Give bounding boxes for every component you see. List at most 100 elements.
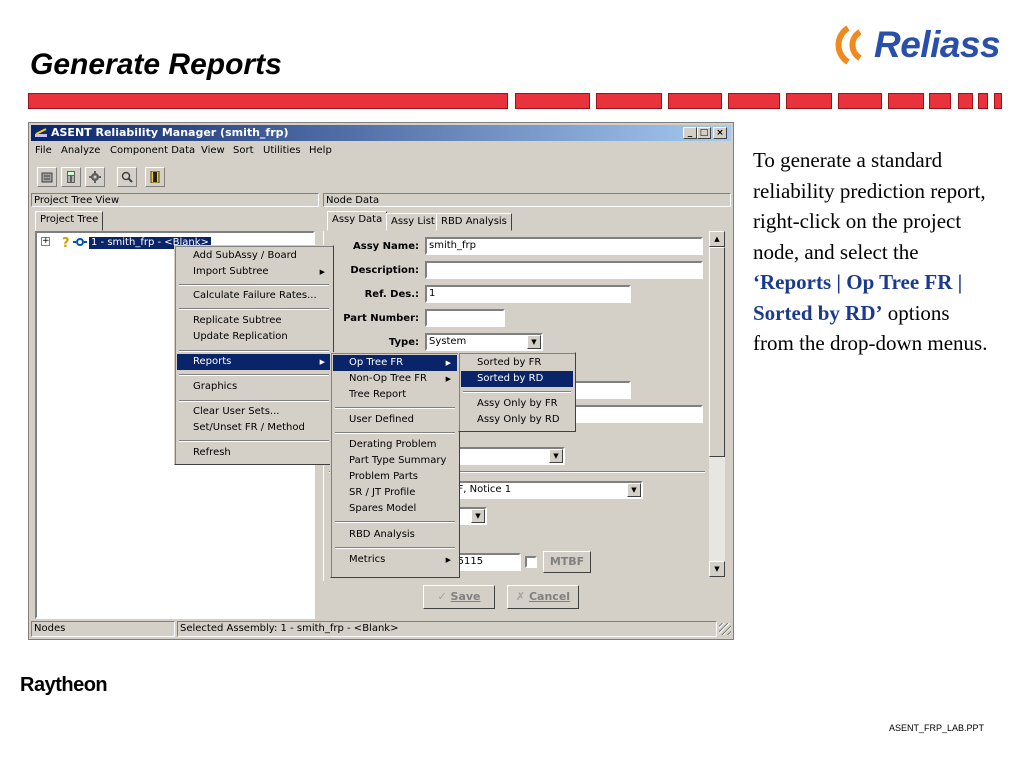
- slide-title: Generate Reports: [30, 48, 282, 81]
- menu-item-import-subtree[interactable]: Import Subtree ▶: [177, 264, 331, 280]
- ref-des-field[interactable]: 1: [425, 285, 631, 303]
- menu-separator: [335, 521, 455, 523]
- menu-item-sorted-by-rd[interactable]: Sorted by RD: [461, 371, 573, 387]
- reports-submenu: Op Tree FR ▶ Non-Op Tree FR ▶ Tree Repor…: [330, 352, 460, 578]
- scroll-down-button[interactable]: ▼: [709, 561, 725, 577]
- menu-utilities[interactable]: Utilities: [263, 145, 301, 156]
- menu-item-clear-user-sets[interactable]: Clear User Sets...: [177, 404, 331, 420]
- menu-analyze[interactable]: Analyze: [61, 145, 100, 156]
- menu-item-rbd-analysis[interactable]: RBD Analysis: [333, 527, 457, 543]
- menu-item-non-op-tree-fr[interactable]: Non-Op Tree FR ▶: [333, 371, 457, 387]
- menu-item-metrics[interactable]: Metrics ▶: [333, 552, 457, 568]
- tab-project-tree[interactable]: Project Tree: [35, 211, 104, 231]
- notes-text-1: To generate a standard reliability predi…: [753, 148, 986, 264]
- exit-door-icon: [150, 171, 160, 183]
- menu-item-derating-problem[interactable]: Derating Problem: [333, 437, 457, 453]
- menu-separator: [179, 400, 329, 402]
- menu-bar: File Analyze Component Data View Sort Ut…: [31, 143, 731, 159]
- gear-icon: [89, 171, 101, 183]
- menu-item-add-subassy[interactable]: Add SubAssy / Board: [177, 248, 331, 264]
- chevron-down-icon[interactable]: ▼: [527, 335, 541, 349]
- logo-text: Reliass: [874, 24, 1001, 65]
- title-band-segment: [978, 93, 988, 109]
- menu-item-sr-jt-profile[interactable]: SR / JT Profile: [333, 485, 457, 501]
- menu-item-calculate-failure-rates[interactable]: Calculate Failure Rates...: [177, 288, 331, 304]
- cancel-button[interactable]: ✗ Cancel: [507, 585, 579, 609]
- footer-filename: ASENT_FRP_LAB.PPT: [889, 723, 985, 733]
- checkmark-icon: ✓: [437, 590, 447, 603]
- part-number-field[interactable]: [425, 309, 505, 327]
- scroll-up-button[interactable]: ▲: [709, 231, 725, 247]
- close-button[interactable]: ×: [713, 127, 727, 139]
- menu-view[interactable]: View: [201, 145, 225, 156]
- menu-help[interactable]: Help: [309, 145, 332, 156]
- tab-assy-list[interactable]: Assy List: [386, 213, 440, 231]
- calculator-button[interactable]: [61, 167, 81, 187]
- tab-rbd-analysis[interactable]: RBD Analysis: [436, 213, 512, 231]
- menu-item-label: Reports: [193, 356, 232, 367]
- menu-separator: [179, 350, 329, 352]
- app-icon: [35, 128, 47, 137]
- menu-item-graphics[interactable]: Graphics: [177, 379, 331, 395]
- submenu-arrow-icon: ▶: [445, 375, 451, 383]
- menu-item-problem-parts[interactable]: Problem Parts: [333, 469, 457, 485]
- menu-item-reports[interactable]: Reports ▶: [177, 354, 331, 370]
- node-icon: [73, 238, 87, 246]
- svg-text:?: ?: [62, 236, 70, 249]
- node-data-header: Node Data: [323, 193, 731, 207]
- menu-item-set-unset-fr[interactable]: Set/Unset FR / Method: [177, 420, 331, 436]
- menu-item-assy-only-by-rd[interactable]: Assy Only by RD: [461, 412, 573, 428]
- settings-button[interactable]: [85, 167, 105, 187]
- menu-separator: [463, 391, 571, 393]
- chevron-down-icon[interactable]: ▼: [471, 509, 485, 523]
- menu-item-update-replication[interactable]: Update Replication: [177, 329, 331, 345]
- logo-arcs-icon: [835, 25, 862, 65]
- mtbf-button[interactable]: MTBF: [543, 551, 591, 573]
- type-select-value: System: [429, 336, 467, 347]
- menu-item-refresh[interactable]: Refresh: [177, 445, 331, 461]
- menu-item-sorted-by-fr[interactable]: Sorted by FR: [461, 355, 573, 371]
- save-button-label: Save: [450, 590, 481, 603]
- cancel-button-label: Cancel: [528, 590, 571, 603]
- title-band-segment: [958, 93, 973, 109]
- menu-component-data[interactable]: Component Data: [110, 145, 195, 156]
- title-band-segment: [888, 93, 924, 109]
- menu-item-op-tree-fr[interactable]: Op Tree FR ▶: [333, 355, 457, 371]
- node-data-scrollbar[interactable]: ▲ ▼: [709, 231, 725, 577]
- chevron-down-icon[interactable]: ▼: [549, 449, 563, 463]
- project-button[interactable]: [37, 167, 57, 187]
- scroll-thumb[interactable]: [709, 247, 725, 457]
- menu-item-spares-model[interactable]: Spares Model: [333, 501, 457, 517]
- save-button[interactable]: ✓ Save: [423, 585, 495, 609]
- search-icon: [121, 171, 133, 183]
- expand-icon[interactable]: +: [41, 237, 50, 246]
- menu-item-label: Import Subtree: [193, 266, 269, 277]
- search-button[interactable]: [117, 167, 137, 187]
- type-select[interactable]: System ▼: [425, 333, 543, 351]
- calculator-icon: [67, 171, 75, 183]
- title-band-segment: [994, 93, 1002, 109]
- menu-item-assy-only-by-fr[interactable]: Assy Only by FR: [461, 396, 573, 412]
- exit-button[interactable]: [145, 167, 165, 187]
- minimize-button[interactable]: _: [683, 127, 697, 139]
- menu-item-part-type-summary[interactable]: Part Type Summary: [333, 453, 457, 469]
- chevron-down-icon[interactable]: ▼: [627, 483, 641, 497]
- menu-item-user-defined[interactable]: User Defined: [333, 412, 457, 428]
- window-titlebar[interactable]: ASENT Reliability Manager (smith_frp) _ …: [31, 125, 731, 141]
- resize-grip-icon[interactable]: [719, 623, 731, 635]
- menu-sort[interactable]: Sort: [233, 145, 254, 156]
- maximize-button[interactable]: □: [697, 127, 711, 139]
- title-band-main: [28, 93, 508, 109]
- tab-assy-data[interactable]: Assy Data: [327, 211, 388, 231]
- title-band-segment: [596, 93, 662, 109]
- menu-item-tree-report[interactable]: Tree Report: [333, 387, 457, 403]
- mtbf-checkbox[interactable]: [525, 556, 537, 568]
- slide-notes: To generate a standard reliability predi…: [753, 145, 993, 359]
- menu-file[interactable]: File: [35, 145, 52, 156]
- menu-separator: [179, 374, 329, 376]
- title-band-segment: [515, 93, 590, 109]
- description-field[interactable]: [425, 261, 703, 279]
- context-menu: Add SubAssy / Board Import Subtree ▶ Cal…: [174, 245, 334, 465]
- assy-name-field[interactable]: smith_frp: [425, 237, 703, 255]
- menu-item-replicate-subtree[interactable]: Replicate Subtree: [177, 313, 331, 329]
